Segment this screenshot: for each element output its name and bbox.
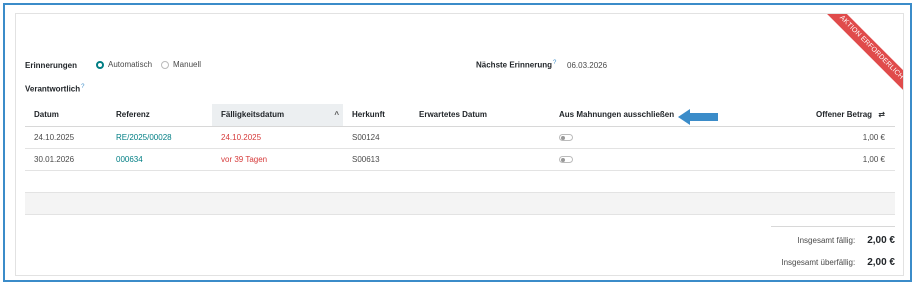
exclude-toggle[interactable] (559, 155, 573, 163)
row-date: 30.01.2026 (25, 148, 107, 171)
radio-manual-label: Manuell (173, 60, 202, 69)
total-overdue-label: Insgesamt überfällig: (781, 258, 856, 267)
col-expected-date[interactable]: Erwartetes Datum (410, 104, 550, 127)
table-footer-row (25, 192, 895, 215)
row-date: 24.10.2025 (25, 126, 107, 149)
responsible-label: Verantwortlich? (25, 84, 84, 94)
col-origin[interactable]: Herkunft (343, 104, 410, 127)
row-amount: 1,00 € (750, 148, 895, 171)
total-due-row: Insgesamt fällig: 2,00 € (797, 235, 895, 246)
col-date[interactable]: Datum (25, 104, 107, 127)
help-icon[interactable]: ? (81, 84, 84, 90)
help-icon[interactable]: ? (553, 60, 556, 66)
invoices-table: Datum Referenz Fälligkeitsdatum ^ Herkun… (25, 104, 895, 215)
ribbon-label: Aktion erforderlich (813, 14, 903, 106)
sort-asc-icon: ^ (334, 110, 339, 120)
col-open-amount-label: Offener Betrag (816, 110, 873, 120)
responsible-label-text: Verantwortlich (25, 84, 81, 94)
reminders-label: Erinnerungen (25, 61, 78, 70)
radio-automatic-label: Automatisch (108, 60, 153, 69)
col-open-amount[interactable]: Offener Betrag ⇄ (750, 104, 895, 127)
col-due-date-label: Fälligkeitsdatum (221, 110, 285, 120)
radio-manual[interactable]: Manuell (161, 60, 201, 69)
row-expected-date[interactable] (410, 126, 550, 149)
next-reminder-label-text: Nächste Erinnerung (476, 60, 553, 70)
radio-automatic[interactable]: Automatisch (96, 60, 152, 69)
col-exclude[interactable]: Aus Mahnungen ausschließen (550, 104, 750, 127)
row-reference-link[interactable]: 000634 (107, 148, 212, 171)
total-due-label: Insgesamt fällig: (797, 236, 856, 245)
row-origin: S00124 (343, 126, 410, 149)
total-overdue-value: 2,00 € (867, 257, 895, 268)
next-reminder-date[interactable]: 06.03.2026 (567, 61, 607, 70)
row-origin: S00613 (343, 148, 410, 171)
annotation-arrow-icon (678, 109, 718, 125)
table-row[interactable]: 24.10.2025 RE/2025/00028 24.10.2025 S001… (25, 126, 895, 149)
row-exclude-toggle-cell (550, 126, 750, 149)
radio-checked-icon (96, 60, 104, 69)
column-settings-icon[interactable]: ⇄ (878, 110, 885, 119)
table-header-row: Datum Referenz Fälligkeitsdatum ^ Herkun… (25, 104, 895, 127)
total-overdue-row: Insgesamt überfällig: 2,00 € (781, 257, 895, 268)
empty-row (25, 170, 895, 193)
status-ribbon: Aktion erforderlich (804, 14, 903, 113)
next-reminder-label: Nächste Erinnerung? (476, 60, 556, 70)
row-amount: 1,00 € (750, 126, 895, 149)
row-expected-date[interactable] (410, 148, 550, 171)
screenshot-frame: Aktion erforderlich Erinnerungen Automat… (3, 3, 912, 282)
col-reference[interactable]: Referenz (107, 104, 212, 127)
followup-panel: Aktion erforderlich Erinnerungen Automat… (15, 13, 904, 276)
col-due-date[interactable]: Fälligkeitsdatum ^ (212, 104, 343, 127)
exclude-toggle[interactable] (559, 133, 573, 141)
totals-section: Insgesamt fällig: 2,00 € Insgesamt überf… (771, 226, 895, 268)
row-due-date: vor 39 Tagen (212, 148, 343, 171)
table-row[interactable]: 30.01.2026 000634 vor 39 Tagen S00613 1,… (25, 148, 895, 171)
row-reference-link[interactable]: RE/2025/00028 (107, 126, 212, 149)
row-exclude-toggle-cell (550, 148, 750, 171)
radio-unchecked-icon (161, 60, 169, 69)
total-due-value: 2,00 € (867, 235, 895, 246)
row-due-date: 24.10.2025 (212, 126, 343, 149)
